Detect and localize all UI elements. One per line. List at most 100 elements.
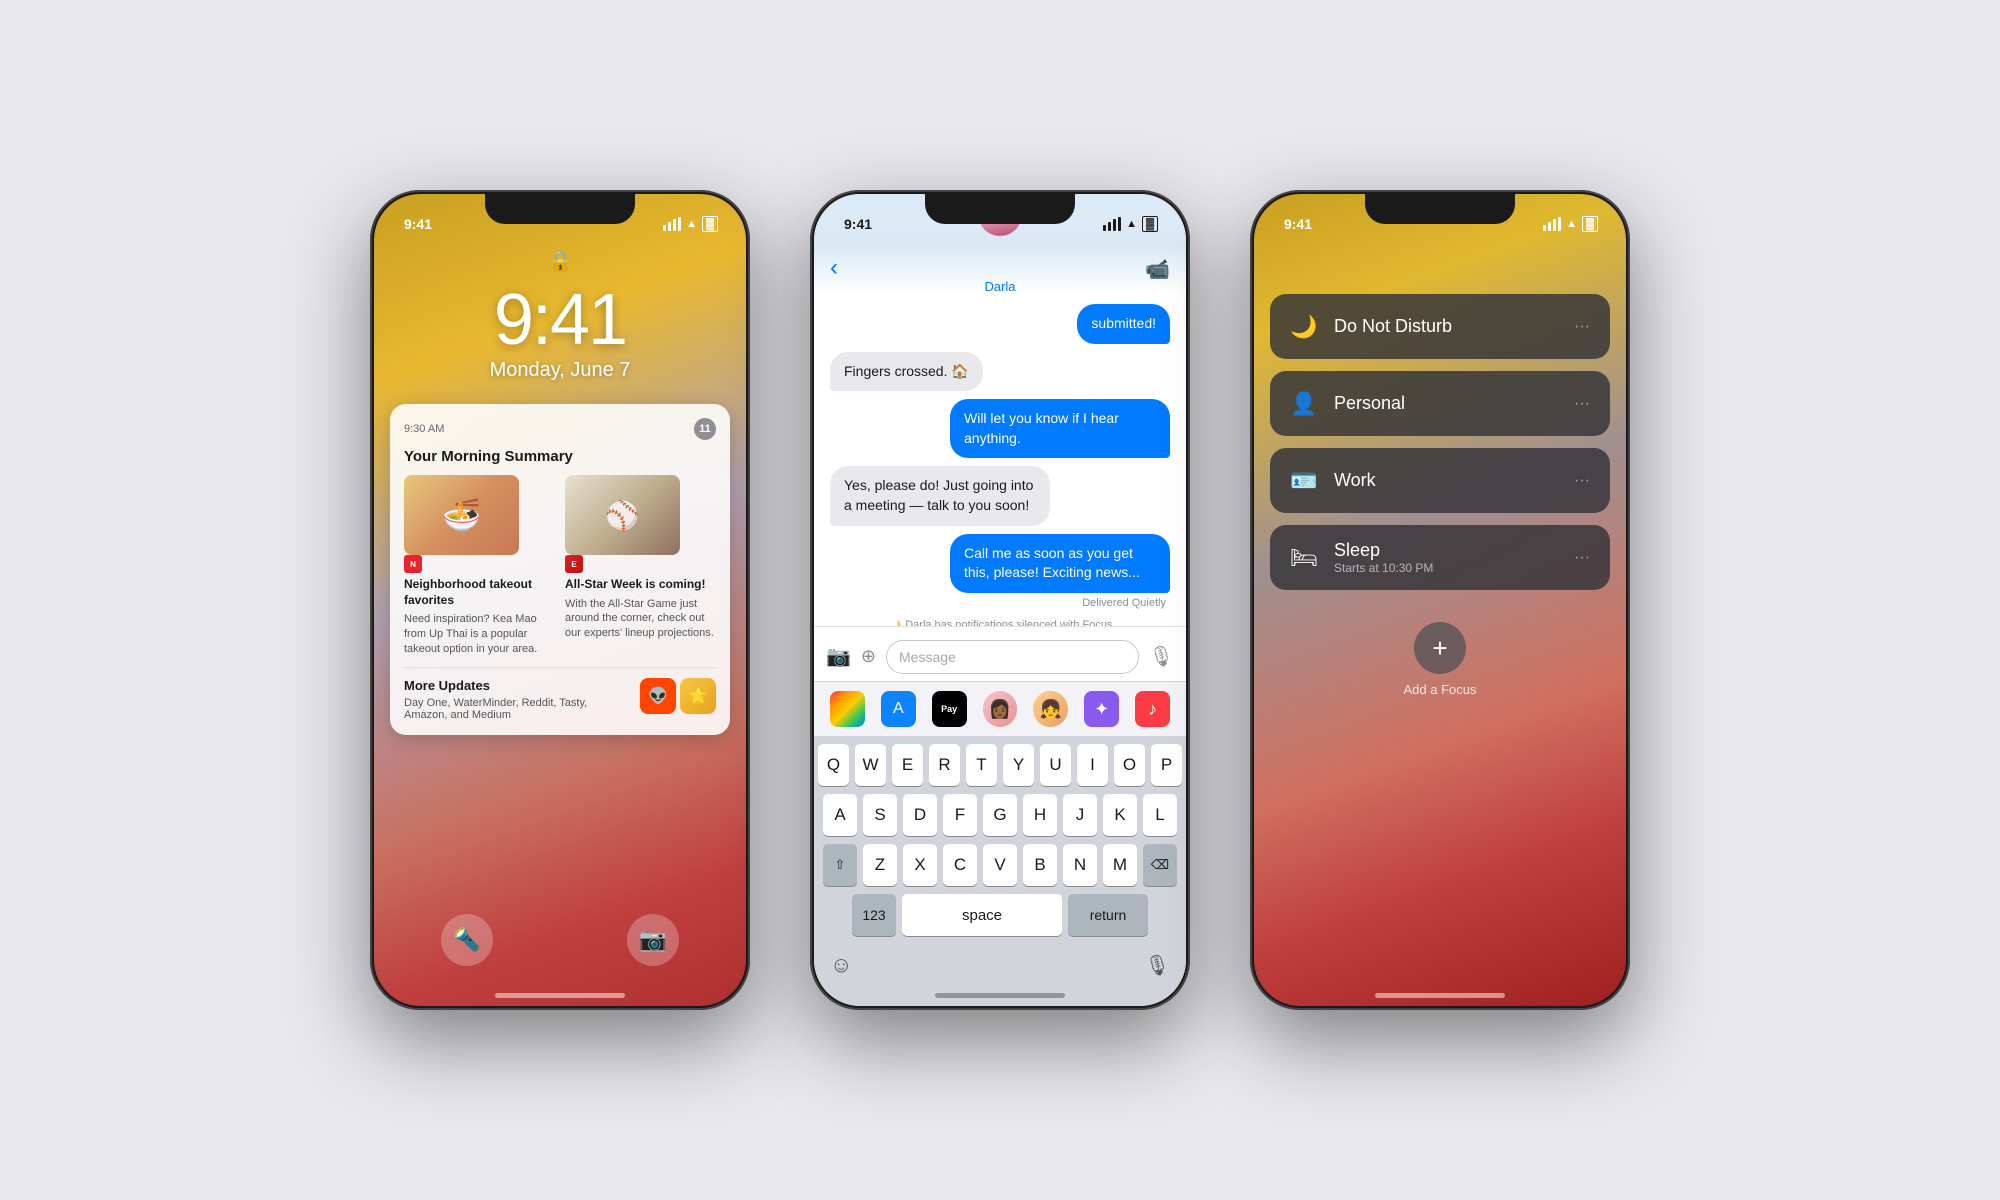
personal-more-button[interactable]: ··· (1574, 395, 1590, 413)
article2-headline: All-Star Week is coming! (565, 577, 716, 593)
music-symbol: ♪ (1148, 699, 1157, 720)
sleep-more-button[interactable]: ··· (1574, 549, 1590, 567)
article1-headline: Neighborhood takeout favorites (404, 577, 555, 608)
video-call-button[interactable]: 📹 (1145, 257, 1170, 282)
more-updates-body: Day One, WaterMinder, Reddit, Tasty, Ama… (404, 697, 632, 721)
focus-item-work[interactable]: 🪪 Work ··· (1270, 448, 1610, 513)
key-O[interactable]: O (1114, 744, 1145, 786)
key-H[interactable]: H (1023, 794, 1057, 836)
bar3 (1113, 219, 1116, 231)
focus-item-personal[interactable]: 👤 Personal ··· (1270, 371, 1610, 436)
photos-app-icon[interactable] (830, 691, 865, 727)
notch (485, 194, 635, 224)
key-Y[interactable]: Y (1003, 744, 1034, 786)
key-J[interactable]: J (1063, 794, 1097, 836)
memoji1-icon[interactable]: 👩🏾 (983, 691, 1018, 727)
bar3 (673, 219, 676, 231)
focus-item-sleep[interactable]: 🛏 Sleep Starts at 10:30 PM ··· (1270, 525, 1610, 590)
notification-card[interactable]: 9:30 AM 11 Your Morning Summary 🍜 N (390, 404, 730, 735)
key-C[interactable]: C (943, 844, 977, 886)
key-F[interactable]: F (943, 794, 977, 836)
keyboard-row2: A S D F G H J K L (814, 786, 1186, 836)
wifi-icon: ▲ (686, 218, 697, 230)
key-R[interactable]: R (929, 744, 960, 786)
key-S[interactable]: S (863, 794, 897, 836)
key-shift[interactable]: ⇧ (823, 844, 857, 886)
add-focus-label: Add a Focus (1404, 682, 1477, 697)
key-return[interactable]: return (1068, 894, 1148, 936)
keyboard-row3: ⇧ Z X C V B N M ⌫ (814, 836, 1186, 886)
messages-body: submitted! Fingers crossed. 🏠 Will let y… (814, 294, 1186, 626)
emoji-key[interactable]: ☺ (830, 952, 852, 978)
sleep-label: Sleep (1334, 540, 1558, 561)
message-received-1: Fingers crossed. 🏠 (830, 352, 1170, 392)
applepay-icon[interactable]: Pay (932, 691, 967, 727)
key-123[interactable]: 123 (852, 894, 896, 936)
key-D[interactable]: D (903, 794, 937, 836)
contact-name[interactable]: Darla (984, 279, 1015, 294)
genmoji-icon[interactable]: ✦ (1084, 691, 1119, 727)
key-B[interactable]: B (1023, 844, 1057, 886)
article1: 🍜 N Neighborhood takeout favorites Need … (404, 475, 555, 657)
key-T[interactable]: T (966, 744, 997, 786)
key-I[interactable]: I (1077, 744, 1108, 786)
home-indicator3 (1375, 993, 1505, 998)
voice-input-icon[interactable]: 🎙 (1149, 644, 1174, 669)
torch-button[interactable]: 🔦 (441, 914, 493, 966)
tasty-icon: 🌟 (680, 678, 716, 714)
key-X[interactable]: X (903, 844, 937, 886)
key-Q[interactable]: Q (818, 744, 849, 786)
signal-bars3 (1543, 217, 1561, 231)
add-focus-button[interactable]: + (1414, 622, 1466, 674)
more-updates-title: More Updates (404, 678, 632, 693)
camera-button[interactable]: 📷 (627, 914, 679, 966)
person-focus-icon: 👤 (1290, 391, 1318, 417)
key-delete[interactable]: ⌫ (1143, 844, 1177, 886)
bar2 (1548, 222, 1551, 231)
message-sent-1: submitted! (830, 304, 1170, 344)
key-Z[interactable]: Z (863, 844, 897, 886)
key-U[interactable]: U (1040, 744, 1071, 786)
lock-screen: 🔒 9:41 Monday, June 7 9:30 AM 11 Your Mo… (374, 194, 746, 1006)
moon-focus-icon: 🌙 (1290, 314, 1318, 340)
key-L[interactable]: L (1143, 794, 1177, 836)
bubble-received-2: Yes, please do! Just going into a meetin… (830, 466, 1050, 525)
appstore-icon-symbol: A (893, 700, 904, 718)
key-A[interactable]: A (823, 794, 857, 836)
focus-item-dnd[interactable]: 🌙 Do Not Disturb ··· (1270, 294, 1610, 359)
music-app-icon[interactable]: ♪ (1135, 691, 1170, 727)
key-N[interactable]: N (1063, 844, 1097, 886)
appstore-app-icon[interactable]: A (881, 691, 916, 727)
memoji2-icon[interactable]: 👧 (1033, 691, 1068, 727)
memoji2-emoji: 👧 (1040, 699, 1062, 720)
keyboard-bottom: ☺ 🎙 (814, 944, 1186, 982)
work-label: Work (1334, 470, 1558, 491)
article1-source: N (404, 555, 422, 573)
key-G[interactable]: G (983, 794, 1017, 836)
key-P[interactable]: P (1151, 744, 1182, 786)
key-V[interactable]: V (983, 844, 1017, 886)
signal-bars (663, 217, 681, 231)
dnd-more-button[interactable]: ··· (1574, 318, 1590, 336)
key-space[interactable]: space (902, 894, 1062, 936)
back-button[interactable]: ‹ (830, 254, 838, 282)
key-W[interactable]: W (855, 744, 886, 786)
reddit-icon: 👽 (640, 678, 676, 714)
bar2 (668, 222, 671, 231)
mic-key[interactable]: 🎙 (1145, 953, 1170, 978)
genmoji-symbol: ✦ (1094, 699, 1109, 720)
bar4 (678, 217, 681, 231)
key-K[interactable]: K (1103, 794, 1137, 836)
message-input-field[interactable]: Message (886, 640, 1139, 674)
keyboard-row1: Q W E R T Y U I O P (814, 736, 1186, 786)
bubble-sent-2: Will let you know if I hear anything. (950, 399, 1170, 458)
work-more-button[interactable]: ··· (1574, 472, 1590, 490)
key-E[interactable]: E (892, 744, 923, 786)
article2-body: With the All-Star Game just around the c… (565, 597, 716, 642)
camera-input-icon[interactable]: 📷 (826, 644, 851, 669)
notif-articles: 🍜 N Neighborhood takeout favorites Need … (404, 475, 716, 657)
personal-label: Personal (1334, 393, 1558, 414)
key-M[interactable]: M (1103, 844, 1137, 886)
more-updates: More Updates Day One, WaterMinder, Reddi… (404, 667, 716, 721)
app-store-input-icon[interactable]: ⊕ (861, 646, 876, 667)
